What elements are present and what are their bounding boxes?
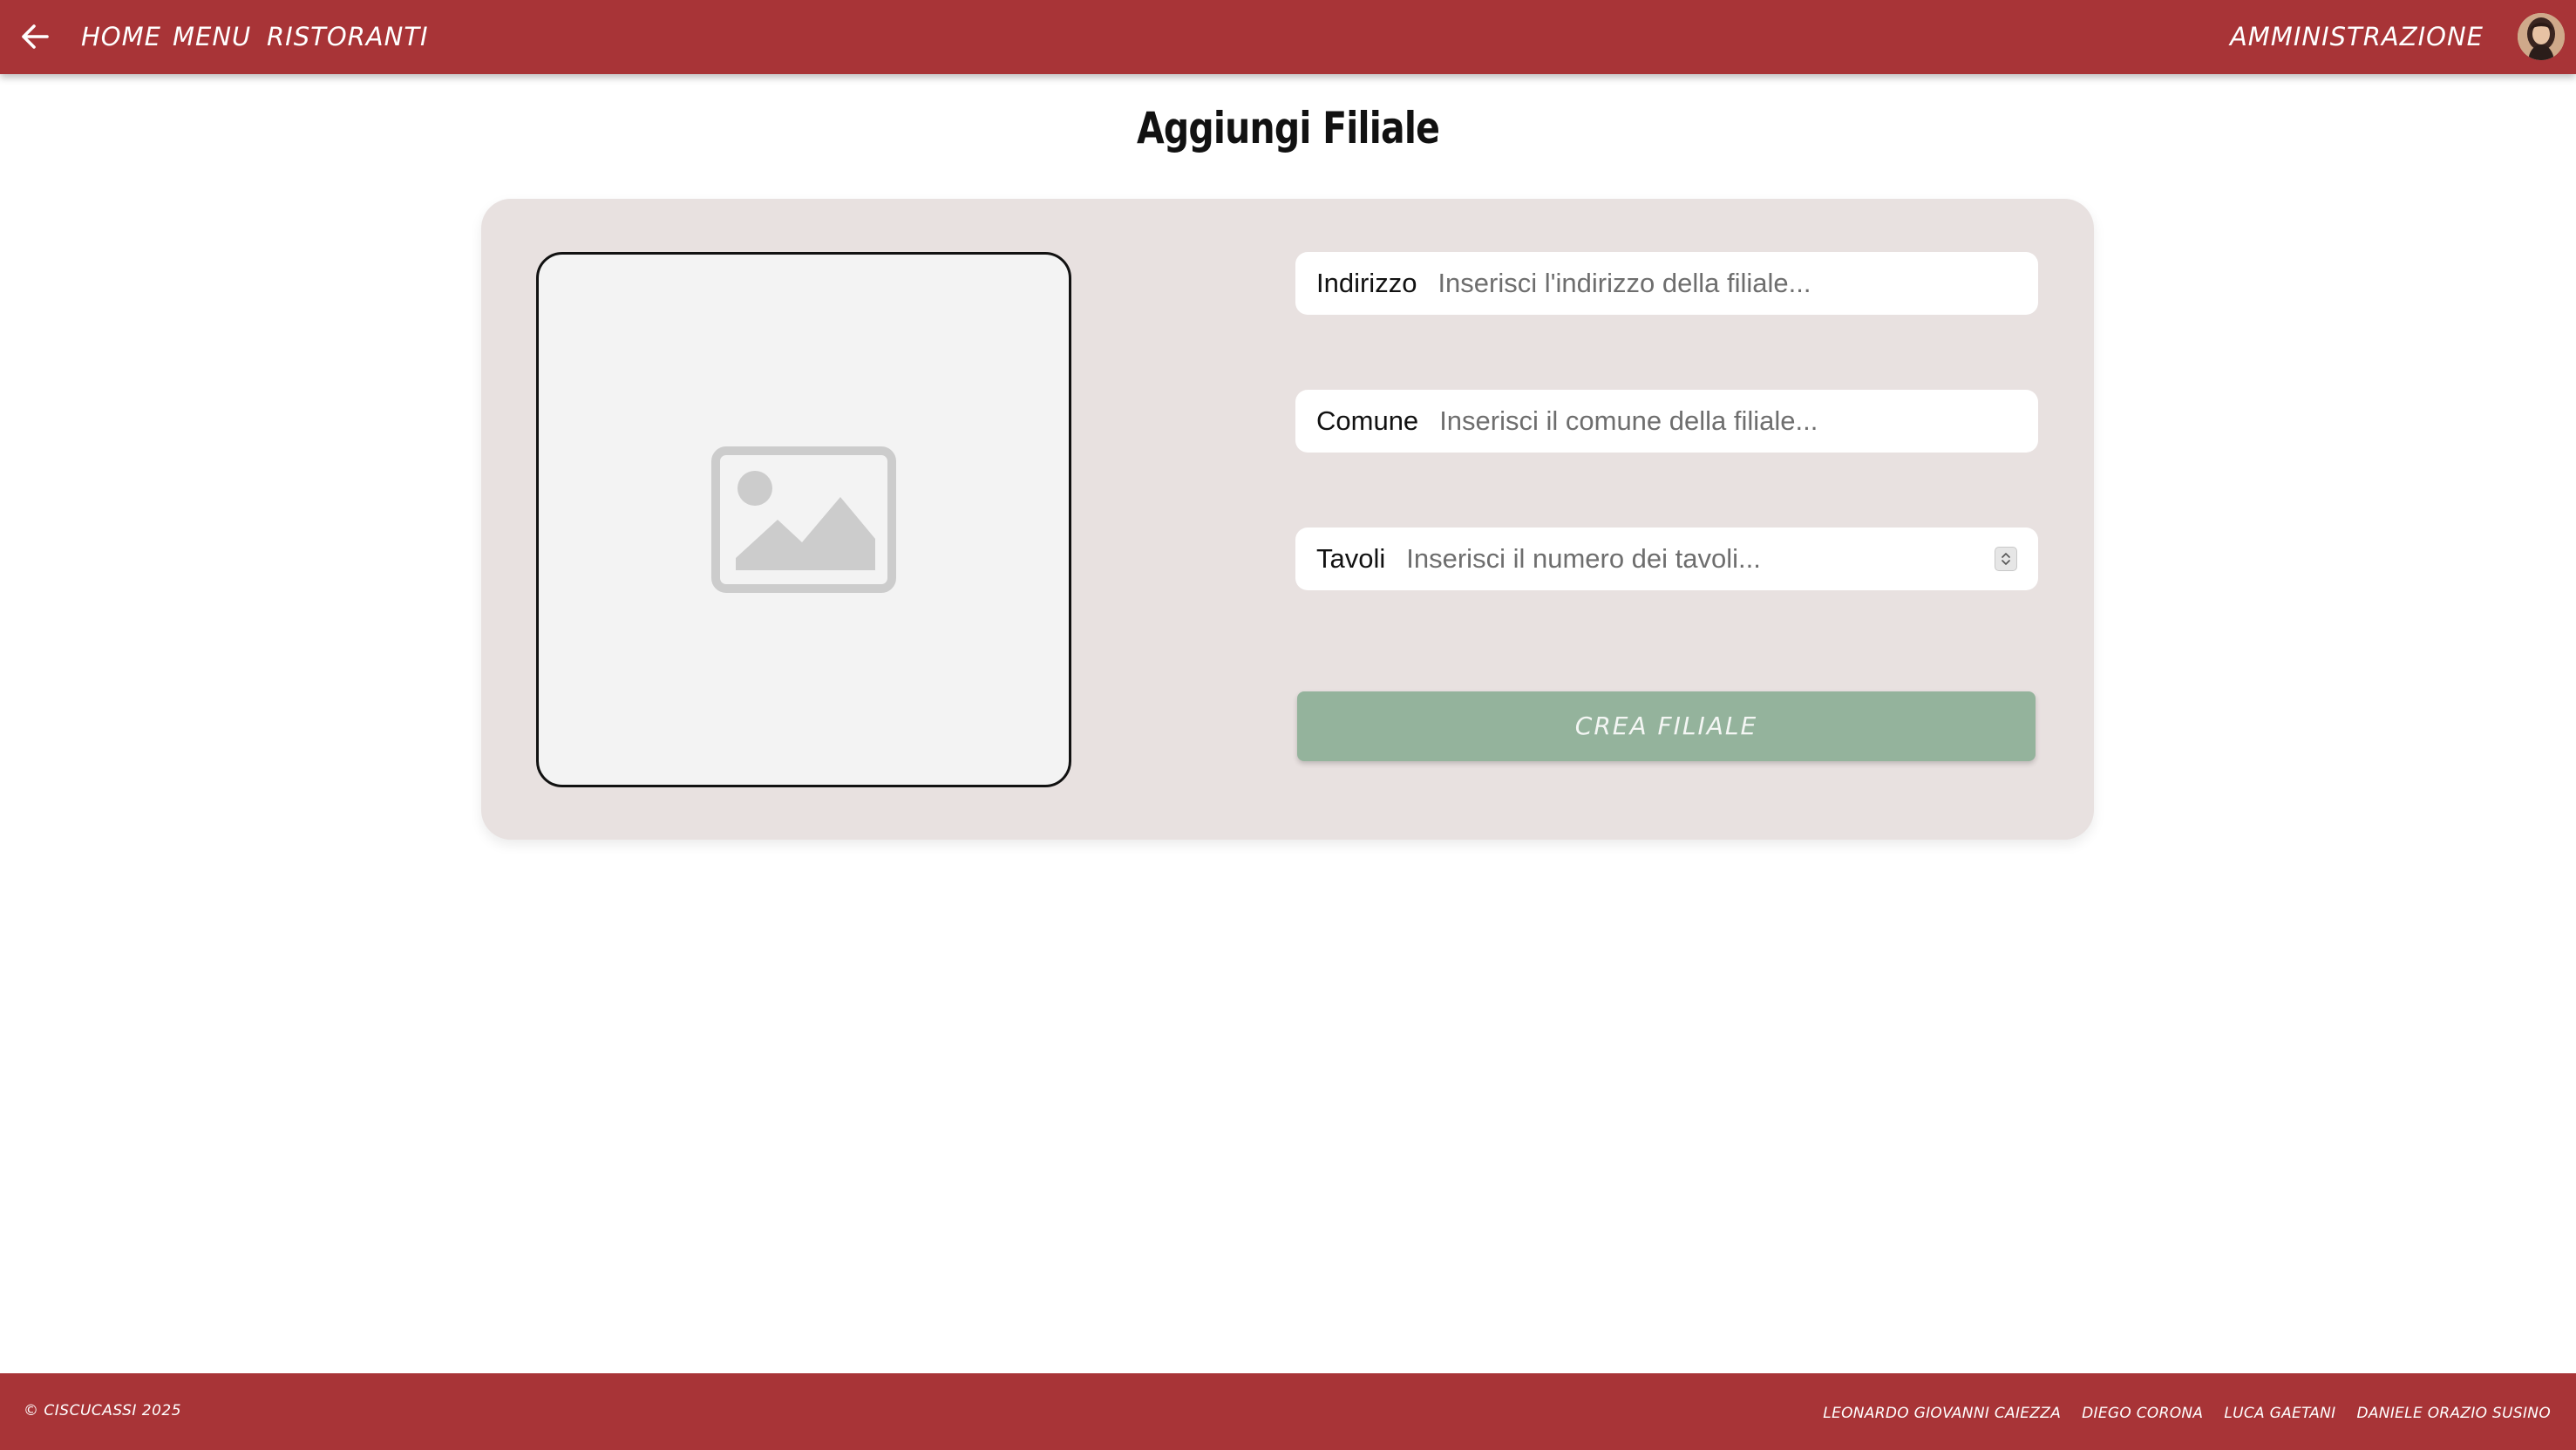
footer-author-link[interactable]: LUCA GAETANI	[2224, 1405, 2335, 1422]
footer-copyright: © CISCUCASSI 2025	[24, 1402, 182, 1419]
tavoli-field: Tavoli	[1295, 528, 2038, 590]
crea-filiale-button[interactable]: CREA FILIALE	[1297, 691, 2036, 761]
tavoli-label: Tavoli	[1316, 543, 1386, 574]
top-navbar: HOME MENU RISTORANTI AMMINISTRAZIONE	[0, 0, 2576, 74]
nav-menu-link[interactable]: MENU	[173, 0, 251, 74]
comune-label: Comune	[1316, 405, 1419, 436]
footer: © CISCUCASSI 2025 LEONARDO GIOVANNI CAIE…	[0, 1373, 2576, 1450]
stepper-arrows-icon	[2002, 553, 2010, 565]
indirizzo-field: Indirizzo	[1295, 252, 2038, 315]
image-placeholder-icon	[711, 446, 896, 593]
nav-home-link[interactable]: HOME	[81, 0, 161, 74]
footer-author-link[interactable]: DANIELE ORAZIO SUSINO	[2356, 1405, 2551, 1422]
comune-input[interactable]	[1439, 395, 2038, 447]
nav-admin-link[interactable]: AMMINISTRAZIONE	[2230, 0, 2484, 74]
avatar-picture	[2518, 13, 2565, 60]
back-button[interactable]	[17, 19, 52, 54]
indirizzo-input[interactable]	[1438, 257, 2038, 310]
nav-ristoranti-link[interactable]: RISTORANTI	[267, 0, 429, 74]
user-avatar[interactable]	[2518, 13, 2565, 60]
footer-author-link[interactable]: DIEGO CORONA	[2082, 1405, 2203, 1422]
arrow-left-icon	[22, 24, 49, 49]
tavoli-stepper[interactable]	[1995, 547, 2017, 571]
add-branch-form: Indirizzo Comune Tavoli CREA FILIALE	[481, 199, 2094, 840]
page-title: Aggiungi Filiale	[1136, 103, 1440, 153]
indirizzo-label: Indirizzo	[1316, 268, 1417, 298]
footer-author-link[interactable]: LEONARDO GIOVANNI CAIEZZA	[1823, 1405, 2061, 1422]
footer-authors: LEONARDO GIOVANNI CAIEZZA DIEGO CORONA L…	[1823, 1373, 2551, 1450]
tavoli-input[interactable]	[1406, 533, 1995, 585]
comune-field: Comune	[1295, 390, 2038, 453]
image-upload-box[interactable]	[536, 252, 1071, 787]
